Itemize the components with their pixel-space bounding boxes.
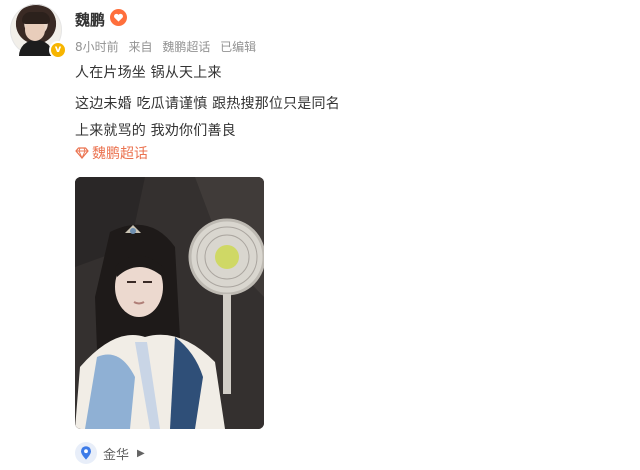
edited-label[interactable]: 已编辑 [220,40,256,54]
post-time[interactable]: 8小时前 [75,40,119,54]
source-prefix: 来自 [128,40,153,54]
post-text-line: 这边未婚 吃瓜请谨慎 跟热搜那位只是同名 [75,96,340,112]
heart-eyes-badge-icon [110,9,127,26]
location-pin-icon [75,442,97,464]
diamond-icon [75,147,89,160]
photo-illustration [75,177,264,429]
topic-label: 魏鹏超话 [92,146,148,162]
post-text-line: 上来就骂的 我劝你们善良 [75,123,236,139]
avatar-hair [22,12,50,24]
topic-link[interactable]: 魏鹏超话 [75,143,148,163]
triangle-right-icon: ▶ [137,447,145,459]
avatar-shirt [19,40,53,56]
post-photo[interactable] [75,177,264,429]
post-meta: 8小时前 来自 魏鹏超话 已编辑 [75,38,262,55]
source-link[interactable]: 魏鹏超话 [162,40,210,54]
username[interactable]: 魏鹏 [75,9,105,30]
verified-v-icon: v [49,41,67,59]
location-label: 金华 [103,447,130,463]
location-tag[interactable]: 金华 ▶ [75,442,145,464]
post-text-line: 人在片场坐 锅从天上来 [75,65,222,81]
